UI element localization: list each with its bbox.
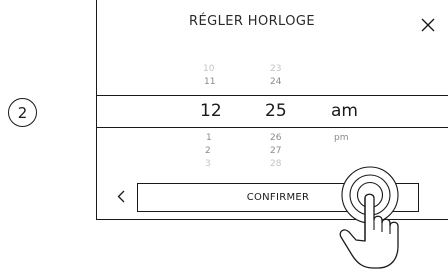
hour-option[interactable]: 1 [206, 133, 212, 143]
minute-option[interactable]: 24 [270, 77, 281, 87]
dialog-title: RÉGLER HORLOGE [189, 14, 315, 29]
period-option[interactable]: pm [334, 133, 348, 143]
minute-option[interactable]: 23 [270, 64, 281, 74]
selected-period[interactable]: am [331, 101, 358, 121]
hour-option[interactable]: 11 [204, 77, 215, 87]
close-icon[interactable] [421, 18, 435, 32]
confirm-button-label: CONFIRMER [246, 192, 310, 203]
minute-option[interactable]: 28 [270, 159, 281, 169]
selected-hour[interactable]: 12 [200, 101, 222, 121]
hour-option[interactable]: 2 [205, 146, 211, 156]
tap-hand-icon [339, 166, 399, 269]
chevron-left-icon[interactable] [117, 190, 125, 203]
step-number-badge: 2 [8, 98, 37, 127]
minute-option[interactable]: 26 [270, 133, 281, 143]
hour-option[interactable]: 10 [203, 64, 214, 74]
step-number: 2 [17, 103, 28, 122]
minute-option[interactable]: 27 [270, 146, 281, 156]
hour-option[interactable]: 3 [205, 159, 211, 169]
selected-minute[interactable]: 25 [265, 101, 287, 121]
